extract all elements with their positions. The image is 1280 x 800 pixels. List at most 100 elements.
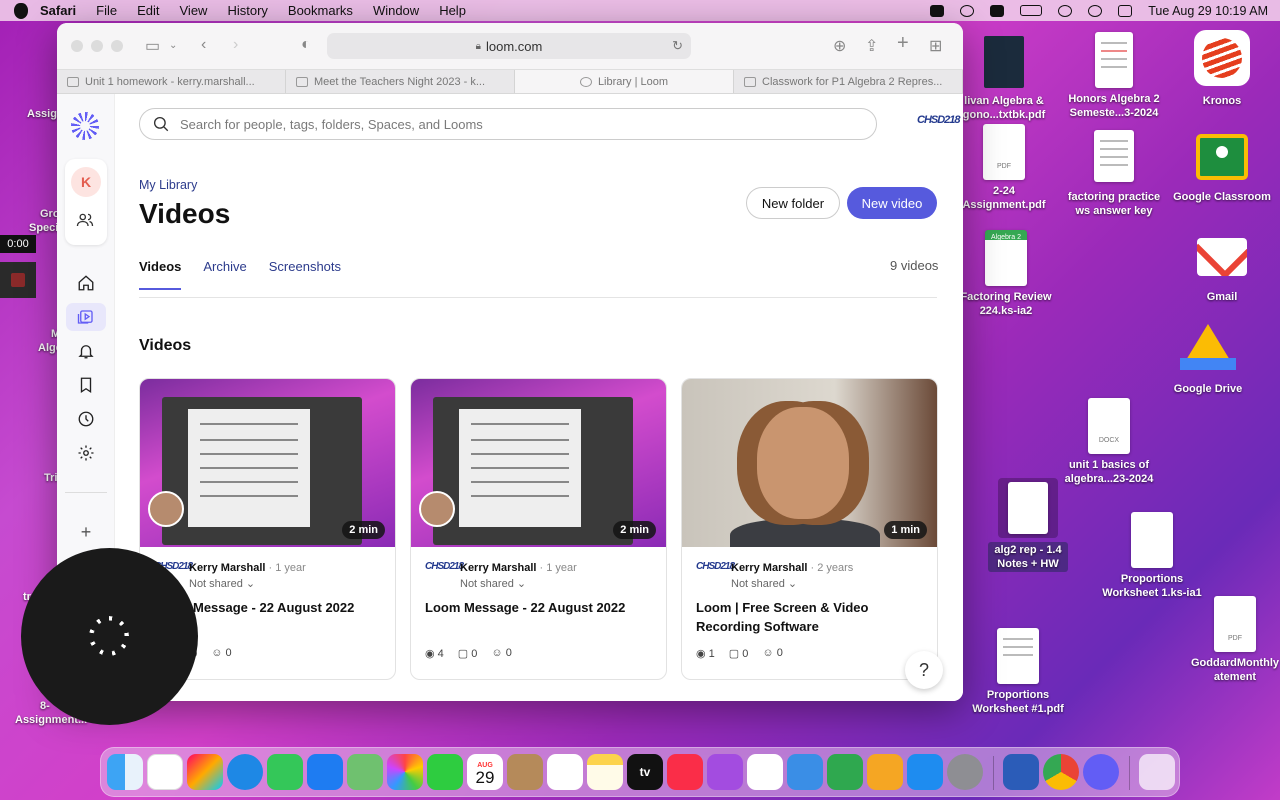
sharing-dropdown[interactable]: Not shared ⌄ <box>460 577 526 590</box>
desktop-icon-app[interactable]: Kronos <box>1176 30 1268 108</box>
menu-edit[interactable]: Edit <box>137 3 159 18</box>
desktop-edge-label[interactable]: Speci <box>29 222 58 234</box>
stop-recording-button[interactable] <box>0 262 36 298</box>
font-icon[interactable] <box>930 4 945 17</box>
chrome-icon[interactable] <box>1043 754 1079 790</box>
desktop-icon-file[interactable]: livan Algebra & gono...txtbk.pdf <box>958 36 1050 122</box>
shield-icon[interactable]: ◐ <box>301 36 311 54</box>
apple-icon[interactable] <box>14 2 28 19</box>
video-title[interactable]: Loom Message - 22 August 2022 <box>425 598 652 617</box>
wifi-icon[interactable] <box>1058 4 1073 17</box>
tab-overview-icon[interactable]: ⊞ <box>929 36 942 56</box>
calendar-icon[interactable]: AUG 29 <box>467 754 503 790</box>
loom-logo-icon[interactable] <box>71 112 99 140</box>
contacts-icon[interactable] <box>507 754 543 790</box>
tab-screenshots[interactable]: Screenshots <box>269 259 341 290</box>
desktop-icon-file[interactable]: Algebra 2 Factoring Review 224.ks-ia2 <box>958 230 1054 318</box>
desktop-icon-file[interactable]: Honors Algebra 2 Semeste...3-2024 <box>1062 32 1166 120</box>
video-title[interactable]: Loom | Free Screen & Video Recording Sof… <box>696 598 923 636</box>
sharing-dropdown[interactable]: Not shared ⌄ <box>731 577 797 590</box>
tab-videos[interactable]: Videos <box>139 259 182 290</box>
app-store-icon[interactable] <box>907 754 943 790</box>
desktop-icon-file[interactable]: PDF GoddardMonthly atement <box>1190 596 1280 684</box>
desktop-edge-label[interactable]: Tri <box>44 472 57 484</box>
menu-view[interactable]: View <box>180 3 208 18</box>
self-service-icon[interactable] <box>147 754 183 790</box>
new-folder-button[interactable]: New folder <box>746 187 840 219</box>
add-space-plus-icon[interactable]: + <box>66 518 106 546</box>
menu-clock[interactable]: Tue Aug 29 10:19 AM <box>1148 4 1268 18</box>
notes-icon[interactable] <box>587 754 623 790</box>
downloads-icon[interactable]: ⊕ <box>833 36 846 56</box>
edit-status-icon[interactable] <box>990 4 1005 17</box>
people-icon[interactable] <box>76 211 94 232</box>
word-icon[interactable] <box>1003 754 1039 790</box>
settings-gear-icon[interactable] <box>66 439 106 467</box>
tab-archive[interactable]: Archive <box>203 259 246 290</box>
battery-icon[interactable] <box>1020 5 1043 16</box>
desktop-icon-file[interactable]: PDF 2-24 Assignment.pdf <box>958 124 1050 212</box>
news-icon[interactable] <box>747 754 783 790</box>
desktop-icon-app[interactable]: Gmail <box>1176 238 1268 304</box>
reload-icon[interactable]: ↻ <box>672 38 683 54</box>
mail-icon[interactable] <box>307 754 343 790</box>
forward-icon[interactable]: › <box>233 36 238 54</box>
menu-help[interactable]: Help <box>439 3 466 18</box>
new-video-button[interactable]: New video <box>847 187 937 219</box>
keynote-icon[interactable] <box>787 754 823 790</box>
launchpad-icon[interactable] <box>187 754 223 790</box>
browser-tab[interactable]: Meet the Teachers Night 2023 - k... <box>286 70 515 93</box>
close-window-button[interactable] <box>71 40 83 52</box>
menu-file[interactable]: File <box>96 3 117 18</box>
browser-tab[interactable]: Unit 1 homework - kerry.marshall... <box>57 70 286 93</box>
desktop-icon-app[interactable]: Google Drive <box>1162 324 1254 396</box>
spotlight-icon[interactable] <box>1088 4 1103 17</box>
safari-icon[interactable] <box>227 754 263 790</box>
notifications-bell-icon[interactable] <box>66 337 106 365</box>
video-thumbnail[interactable]: 2 min <box>140 379 395 547</box>
desktop-edge-label[interactable]: Assig <box>27 108 57 120</box>
video-thumbnail[interactable]: 2 min <box>411 379 666 547</box>
pages-icon[interactable] <box>867 754 903 790</box>
menu-window[interactable]: Window <box>373 3 419 18</box>
search-input[interactable] <box>180 116 820 132</box>
history-clock-icon[interactable] <box>66 405 106 433</box>
desktop-icon-file[interactable]: Proportions Worksheet #1.pdf <box>968 628 1068 716</box>
menu-app-name[interactable]: Safari <box>40 3 76 18</box>
back-icon[interactable]: ‹ <box>201 36 206 54</box>
desktop-icon-file[interactable]: Proportions Worksheet 1.ks-ia1 <box>1100 512 1204 600</box>
user-avatar[interactable]: CHSD218 <box>917 114 961 126</box>
desktop-icon-file[interactable]: DOCX unit 1 basics of algebra...23-2024 <box>1060 398 1158 486</box>
menu-bookmarks[interactable]: Bookmarks <box>288 3 353 18</box>
finder-icon[interactable] <box>107 754 143 790</box>
address-bar[interactable]: 🔒︎ loom.com ↻ <box>327 33 691 59</box>
apple-tv-icon[interactable]: tv <box>627 754 663 790</box>
loom-dock-icon[interactable] <box>1083 754 1119 790</box>
facetime-icon[interactable] <box>427 754 463 790</box>
library-icon[interactable] <box>66 303 106 331</box>
home-icon[interactable] <box>66 269 106 297</box>
sidebar-toggle-icon[interactable]: ▭ <box>145 36 160 56</box>
photos-icon[interactable] <box>387 754 423 790</box>
desktop-icon-app[interactable]: Google Classroom <box>1168 134 1276 204</box>
menu-history[interactable]: History <box>227 3 267 18</box>
music-icon[interactable] <box>667 754 703 790</box>
chevron-down-icon[interactable]: ⌄ <box>169 40 177 51</box>
numbers-icon[interactable] <box>827 754 863 790</box>
breadcrumb[interactable]: My Library <box>139 178 197 192</box>
camera-bubble[interactable] <box>21 548 198 725</box>
system-preferences-icon[interactable] <box>947 754 983 790</box>
browser-tab[interactable]: Classwork for P1 Algebra 2 Repres... <box>734 70 963 93</box>
podcasts-icon[interactable] <box>707 754 743 790</box>
minimize-window-button[interactable] <box>91 40 103 52</box>
reminders-icon[interactable] <box>547 754 583 790</box>
browser-tab-active[interactable]: Library | Loom <box>515 70 734 93</box>
video-card[interactable]: 2 min CHSD218 Kerry Marshall · 1 year No… <box>410 378 667 680</box>
desktop-icon-file[interactable]: factoring practice ws answer key <box>1062 130 1166 218</box>
messages-icon[interactable] <box>267 754 303 790</box>
video-card[interactable]: 1 min CHSD218 Kerry Marshall · 2 years N… <box>681 378 938 680</box>
zoom-window-button[interactable] <box>111 40 123 52</box>
desktop-edge-label[interactable]: 8- <box>40 700 50 712</box>
video-thumbnail[interactable]: 1 min <box>682 379 937 547</box>
workspace-avatar[interactable]: K <box>71 167 101 197</box>
